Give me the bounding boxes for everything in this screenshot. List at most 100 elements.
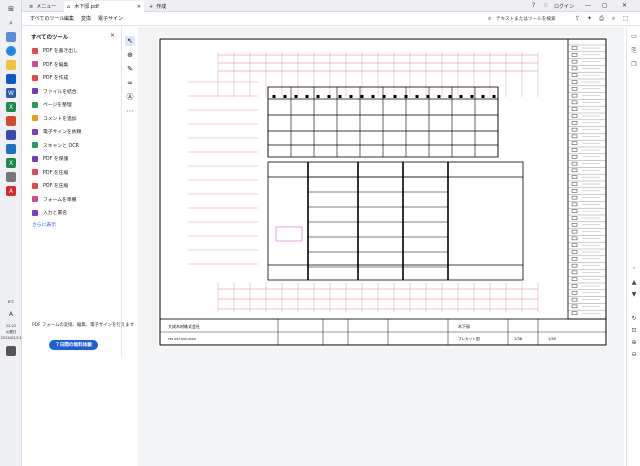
pen-icon[interactable]: ✎ [125,64,135,74]
zoom-out-icon[interactable]: ⊖ [630,351,638,359]
start-icon[interactable]: ⊞ [6,4,16,14]
help-icon[interactable]: ? [532,2,535,9]
tool-item[interactable]: PDF を書き出し [32,45,78,56]
tool-label: スキャンと OCR [43,143,79,149]
weather-temp[interactable]: 6℃ [0,300,22,305]
document-viewport[interactable]: 大成木材株式会社 TEL 097-555-0000 木下邸 プレカット図 1/38 1/5… [138,27,624,466]
comment-icon[interactable]: ▭ [630,33,638,41]
pages-icon[interactable]: ❐ [630,61,638,69]
scroll-up-icon[interactable]: ˄ [630,267,638,275]
page-up-icon[interactable]: ▲ [630,279,638,287]
framing-joint [316,95,320,98]
share-icon[interactable]: ⇪ [574,15,581,22]
tool-item[interactable]: ページを整理 [32,99,72,110]
menu-convert[interactable]: 変換 [81,15,91,22]
ai-icon[interactable]: ✦ [586,15,593,22]
tool-item[interactable]: PDF を作成 [32,72,68,83]
excel-icon[interactable]: X [6,102,16,112]
framing-joint [437,95,441,98]
menu-button[interactable]: ≡ メニュー [26,1,59,12]
tool-item[interactable]: PDF を保護 [32,153,68,164]
legend-symbol [571,107,578,111]
new-tab-button[interactable]: + 作成 [146,1,169,12]
search-icon[interactable]: ⌕ [6,18,16,28]
title-page: 1/38 [514,337,523,341]
framing-joint [415,95,419,98]
tool-label: 入力と署名 [43,211,67,216]
powerpoint-icon[interactable] [6,116,16,126]
app-icon[interactable] [6,172,16,182]
mail-icon[interactable] [6,144,16,154]
word-icon[interactable]: W [6,88,16,98]
tool-item[interactable]: ファイルを結合 [32,86,77,97]
select-icon[interactable]: ↖ [125,36,135,46]
page-down-icon[interactable]: ▼ [630,291,638,299]
add-comment-icon[interactable]: ⊕ [125,50,135,60]
save-icon[interactable]: ⬚ [622,15,629,22]
tool-label: PDF を保護 [43,157,69,162]
tool-item[interactable]: PDF を圧縮 [32,180,68,191]
zoom-in-icon[interactable]: ⊕ [630,339,638,347]
framing-joint [338,95,342,98]
clock-time[interactable]: 22:22 [0,324,22,329]
link-icon[interactable]: ∞ [125,78,135,88]
maximize-icon[interactable]: ▢ [602,2,608,9]
quick-toolbar: ↖ ⊕ ✎ ∞ Ⓐ ⋯ [124,36,136,116]
legend-symbol [571,168,578,173]
legend-symbol [571,257,578,261]
more-tools-icon[interactable]: ⋯ [125,106,135,116]
excel2-icon[interactable]: X [6,158,16,168]
widgets-icon[interactable] [6,32,16,42]
legend-symbol [571,114,578,118]
tool-item[interactable]: 電子サインを依頼 [32,126,81,137]
tools-panel-title: すべてのツール [31,35,69,41]
tool-item[interactable]: 入力と署名 [32,207,67,218]
menu-edit[interactable]: 編集 [64,15,74,22]
edge-icon[interactable] [6,46,16,56]
tab-document[interactable]: ⌂ 木下邸.pdf ✕ [64,1,144,12]
framing-joint [404,95,408,98]
home-icon: ⌂ [67,3,71,10]
framing-joint [426,95,430,98]
tool-item[interactable]: スキャンと OCR [32,140,79,151]
refresh-icon[interactable]: ↻ [630,315,638,323]
close-panel-icon[interactable]: ✕ [110,32,115,39]
acrobat-icon[interactable]: A [6,186,16,196]
free-trial-button[interactable]: ７日間の無料体験 [49,340,98,350]
tool-item[interactable]: PDF を編集 [32,59,68,70]
tool-item[interactable]: PDF を圧縮 [32,167,68,178]
login-button[interactable]: ログイン [554,3,574,10]
fit-page-icon[interactable]: ⊡ [630,327,638,335]
tool-search[interactable]: テキストまたはツールを検索 [496,16,556,22]
legend-symbol [571,155,578,159]
tool-item[interactable]: フォームを準備 [32,194,76,205]
bell-icon[interactable]: ♢ [543,2,548,9]
legend-symbol [571,216,578,220]
bookmark-icon[interactable]: ⎘ [630,47,638,55]
close-tab-icon[interactable]: ✕ [137,4,141,10]
menu-all-tools[interactable]: すべてのツール [30,15,64,22]
explorer-icon[interactable] [6,60,16,70]
pdf-page[interactable]: 大成木材株式会社 TEL 097-555-0000 木下邸 プレカット図 1/38 1/5… [158,37,608,347]
legend-symbol [571,291,578,295]
architectural-drawing: 大成木材株式会社 TEL 097-555-0000 木下邸プレカット図 1/38 1/5… [159,38,607,346]
legend-symbol [571,182,578,186]
store-icon[interactable] [6,74,16,84]
legend-panel [567,38,607,320]
legend-symbol [571,189,578,193]
text-icon[interactable]: Ⓐ [125,92,135,102]
search-doc-icon[interactable]: ⌕ [610,15,617,22]
search-icon-menubar[interactable]: ⌕ [488,15,491,23]
close-window-icon[interactable]: ✕ [622,2,627,9]
ime-indicator[interactable]: A [0,312,22,318]
notification-icon[interactable] [6,346,16,356]
tool-item[interactable]: コメントを追加 [32,113,77,124]
legend-symbol [571,195,578,200]
show-more-link[interactable]: さらに表示 [32,221,56,228]
legend-symbol [571,175,578,179]
framing-joint [382,95,386,98]
minimize-icon[interactable]: — [585,2,591,9]
outlook-icon[interactable] [6,130,16,140]
print-icon[interactable]: ⎙ [598,15,605,22]
menu-esign[interactable]: 電子サイン [98,15,123,22]
